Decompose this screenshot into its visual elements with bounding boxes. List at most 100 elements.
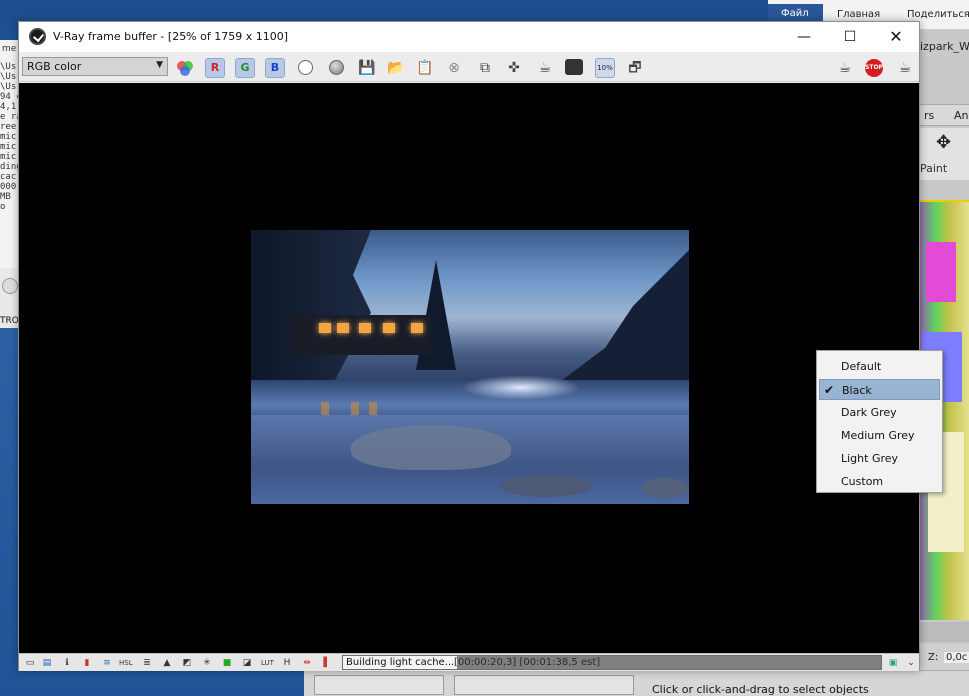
zoom-badge[interactable]: 10% [595,58,615,78]
menu-fragment: rs [924,109,935,122]
menu-item-dark-grey[interactable]: Dark Grey [819,402,940,423]
paint-label: Paint [920,162,948,175]
info-icon[interactable]: ℹ [61,657,73,669]
compare-ab-icon[interactable] [565,59,583,75]
image-rock [351,425,511,470]
status-cell [314,675,444,695]
open-image-icon[interactable]: 📂 [386,58,406,78]
save-image-icon[interactable]: 💾 [357,58,377,78]
channel-select[interactable]: RGB color ▼ [22,57,168,76]
lut-icon[interactable]: LUT [261,657,274,669]
ribbon-tab-share[interactable]: Поделиться [907,9,969,20]
chevron-down-icon: ▼ [156,60,163,70]
menu-item-label: Light Grey [841,452,899,465]
white-balance-icon[interactable]: ≣ [141,657,153,669]
menu-item-default[interactable]: Default [819,356,940,377]
vfb-status-bar: ▭ ▤ ℹ ▮ ≡ HSL ≣ ▲ ◩ ✳ ■ ◪ LUT H ⇹ ▌ ✱ Bu… [19,653,919,671]
image-rock [641,478,689,498]
menu-fragment-2: An [954,109,969,122]
image-window-light [383,323,395,333]
track-mouse-icon[interactable]: ⧉ [475,58,495,78]
menu-item-black[interactable]: ✔ Black [819,379,940,400]
test-resolution-icon[interactable]: ◪ [241,657,253,669]
menu-item-custom[interactable]: Custom [819,471,940,492]
pixel-info-icon[interactable]: 🗗 [625,58,645,78]
menu-item-label: Custom [841,475,884,488]
maximize-button[interactable]: ☐ [827,22,873,52]
render-teapot-icon[interactable]: ☕ [835,58,855,78]
image-window-light [411,323,423,333]
image-reflection-glow [461,375,581,400]
status-cell [454,675,634,695]
render-progress-bar: Building light cache... [00:00:20,3] [00… [342,655,882,670]
red-channel-button[interactable]: R [205,58,225,78]
hsl-icon[interactable]: HSL [119,657,133,669]
image-cabin [291,315,431,355]
image-rock [501,475,591,497]
region-render-icon[interactable]: ✜ [504,58,524,78]
image-light-reflection [351,402,359,416]
progress-message: Building light cache... [343,656,458,669]
menu-item-label: Black [842,384,872,397]
image-window-light [319,323,331,333]
menu-item-label: Dark Grey [841,406,897,419]
levels-icon[interactable]: ▮ [81,657,93,669]
checkmark-icon: ✔ [824,383,835,397]
stop-render-icon[interactable]: STOP [865,59,883,77]
timeline-ruler[interactable] [918,622,969,642]
image-light-reflection [321,402,329,416]
left-strip-label: TRO [0,316,19,326]
status-prompt: Click or click-and-drag to select object… [652,683,869,696]
ocio-icon[interactable]: ▌ [321,657,333,669]
close-button[interactable]: ✕ [873,22,919,52]
menu-item-light-grey[interactable]: Light Grey [819,448,940,469]
vray-frame-buffer-window: V-Ray frame buffer - [25% of 1759 x 1100… [18,21,920,671]
image-light-reflection [369,402,377,416]
background-icon[interactable]: ■ [221,657,233,669]
coord-label: Z: [928,652,939,663]
minimize-button[interactable]: — [781,22,827,52]
clear-image-icon[interactable]: ⊗ [444,58,464,78]
heat-icon[interactable]: H [281,657,293,669]
blue-channel-button[interactable]: B [265,58,285,78]
progress-time: [00:00:20,3] [00:01:38,5 est] [454,657,601,668]
image-forest-left [251,230,371,380]
render-last-icon[interactable]: ☕ [895,58,915,78]
image-window-light [359,323,371,333]
view-alpha-button[interactable] [298,60,313,75]
viewport-object [926,242,956,302]
vray-logo-icon [29,28,46,45]
ribbon-tab-home[interactable]: Главная [837,9,880,20]
image-forest-right [549,250,689,390]
document-title: izpark_Wi [920,40,969,53]
lens-effects-icon[interactable]: ✳ [201,657,213,669]
circle-icon [2,278,18,294]
histogram-icon[interactable]: ▲ [161,657,173,669]
exposure-icon[interactable]: ◩ [181,657,193,669]
image-window-light [337,323,349,333]
monochrome-button[interactable] [329,60,344,75]
teapot-render-icon[interactable]: ☕ [535,58,555,78]
expand-chevron-icon[interactable]: ⌄ [905,657,917,669]
coord-value-field[interactable]: 0,0c [944,652,969,663]
menu-item-label: Default [841,360,882,373]
menu-item-medium-grey[interactable]: Medium Grey [819,425,940,446]
vfb-toolbar: RGB color ▼ R G B 💾 📂 📋 ⊗ ⧉ ✜ ☕ 10% 🗗 ☕ … [19,52,919,82]
move-icon[interactable]: ✥ [936,132,951,153]
coordinate-display: Z: 0,0c [918,644,969,672]
green-channel-button[interactable]: G [235,58,255,78]
window-title: V-Ray frame buffer - [25% of 1759 x 1100… [53,30,289,43]
render-area[interactable] [19,83,919,653]
clipboard-icon[interactable]: 📋 [415,58,435,78]
curve-icon[interactable]: ≡ [101,657,113,669]
menu-item-label: Medium Grey [841,429,915,442]
channel-select-value: RGB color [27,60,82,73]
history-icon[interactable]: ▭ [24,657,36,669]
stereo-icon[interactable]: ⇹ [301,657,313,669]
layers-icon[interactable]: ▤ [41,657,53,669]
rendered-image [251,230,689,504]
panel-toggle-icon[interactable]: ▣ [887,657,899,669]
window-titlebar[interactable]: V-Ray frame buffer - [25% of 1759 x 1100… [19,22,919,52]
max-status-bar: Click or click-and-drag to select object… [304,670,969,696]
color-corrections-icon[interactable] [175,58,195,78]
